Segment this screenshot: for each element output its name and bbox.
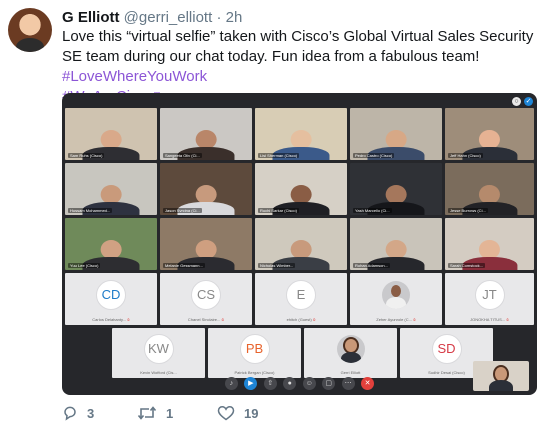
video-tile: Rohan Adamson... bbox=[350, 218, 442, 270]
hashtag-love-where-you-work[interactable]: #LoveWhereYouWork bbox=[62, 68, 207, 85]
tweet-actions: 3 1 19 bbox=[62, 405, 362, 425]
end-call-icon[interactable]: ✕ bbox=[361, 377, 375, 391]
reply-icon bbox=[64, 406, 76, 421]
participant-tile: CD Carlos Delahanty... ⦸ bbox=[65, 273, 157, 325]
author-name[interactable]: G Elliott bbox=[62, 9, 120, 26]
participants-icon[interactable]: ☺ bbox=[302, 377, 316, 391]
tweet-header: G Elliott @gerri_elliott · 2h bbox=[62, 8, 242, 27]
muted-mic-icon: ⦸ bbox=[127, 317, 130, 322]
video-tile: Sam Ruhs (Cisco) bbox=[65, 108, 157, 160]
video-tile: Jeff Hahn (Cisco) bbox=[445, 108, 534, 160]
participant-tile: PB Patrick Bergan (Cisco) bbox=[208, 328, 301, 378]
video-tile: Yash Marcello (Ci... bbox=[350, 163, 442, 215]
participant-initials: SD bbox=[431, 334, 462, 364]
participant-tile: Zeher Ayunrole (C... ⦸ bbox=[350, 273, 442, 325]
video-tile: Melanie Gessmann... bbox=[160, 218, 252, 270]
like-button[interactable]: 19 bbox=[217, 405, 258, 421]
video-tile: Nicholas Wimber... bbox=[255, 218, 347, 270]
muted-mic-icon: ⦸ bbox=[506, 317, 509, 322]
participant-name: Melanie Gessmann... bbox=[163, 263, 205, 268]
participant-tile: JT JONOKHA TITUS... ⦸ bbox=[445, 273, 534, 325]
participant-label: Zeher Ayunrole (C... ⦸ bbox=[376, 317, 416, 322]
mute-icon[interactable]: ♪ bbox=[224, 377, 238, 391]
settings-icon: ○ bbox=[512, 97, 521, 106]
heart-icon bbox=[217, 406, 235, 421]
participant-initials: JT bbox=[474, 279, 505, 310]
muted-mic-icon: ⦸ bbox=[221, 317, 225, 322]
check-icon: ✓ bbox=[524, 97, 533, 106]
tweet-time[interactable]: 2h bbox=[226, 9, 243, 26]
video-tile: Sarah Comstock... bbox=[445, 218, 534, 270]
video-tile: Pedro Castro (Cisco) bbox=[350, 108, 442, 160]
chat-icon[interactable]: ▢ bbox=[322, 377, 336, 391]
participant-initials: CD bbox=[96, 279, 126, 310]
participant-initials: PB bbox=[239, 334, 270, 364]
participant-tile: KW Kevin Wofford (Cis... bbox=[112, 328, 205, 378]
author-avatar[interactable] bbox=[8, 8, 52, 52]
video-tile: Hussam Mohammed... bbox=[65, 163, 157, 215]
participant-name: Yash Marcello (Ci... bbox=[353, 208, 392, 213]
participant-name: Pedro Castro (Cisco) bbox=[353, 153, 395, 158]
more-icon[interactable]: ⋯ bbox=[341, 377, 355, 391]
author-handle[interactable]: @gerri_elliott bbox=[124, 9, 213, 26]
video-tile: Ruchi Sarkar (Cisco) bbox=[255, 163, 347, 215]
tweet-body: Love this “virtual selfie” taken with Ci… bbox=[62, 28, 534, 65]
participant-name: Yuu Lee (Cisco) bbox=[68, 263, 101, 268]
participant-initials: CS bbox=[191, 279, 221, 310]
participant-label: JONOKHA TITUS... ⦸ bbox=[470, 317, 509, 322]
participant-name: Sangeeta Oliv (Ci... bbox=[163, 153, 202, 158]
retweet-count: 1 bbox=[166, 405, 174, 421]
participant-tile: E ehitch (Guest) ⦸ bbox=[255, 273, 347, 325]
participant-photo bbox=[382, 280, 410, 309]
participant-name: Sarah Comstock... bbox=[448, 263, 485, 268]
participant-label: Carlos Delahanty... ⦸ bbox=[92, 317, 130, 322]
video-icon[interactable]: ▶ bbox=[244, 377, 258, 391]
video-tile: Lisi Sherman (Cisco) bbox=[255, 108, 347, 160]
participant-name: Sam Ruhs (Cisco) bbox=[68, 153, 105, 158]
participant-tile: CS Chanel Sinclaire... ⦸ bbox=[160, 273, 252, 325]
muted-mic-icon: ⦸ bbox=[312, 317, 316, 322]
participant-label: ehitch (Guest) ⦸ bbox=[286, 317, 316, 322]
participant-name: Lisi Sherman (Cisco) bbox=[258, 153, 300, 158]
participant-initials: E bbox=[286, 279, 316, 310]
participant-label: Chanel Sinclaire... ⦸ bbox=[187, 317, 225, 322]
muted-mic-icon: ⦸ bbox=[413, 317, 416, 322]
reply-count: 3 bbox=[87, 405, 95, 421]
participant-name: Hussam Mohammed... bbox=[68, 208, 113, 213]
participant-name: Jesse Burrows (Ci... bbox=[448, 208, 488, 213]
participant-name: Rohan Adamson... bbox=[353, 263, 390, 268]
video-tile: Yuu Lee (Cisco) bbox=[65, 218, 157, 270]
self-view-video bbox=[473, 361, 529, 391]
separator-dot: · bbox=[216, 9, 222, 26]
retweet-icon bbox=[137, 406, 157, 420]
participant-name: Jeff Hahn (Cisco) bbox=[448, 153, 483, 158]
meeting-screenshot[interactable]: ○ ✓ Sam Ruhs (Cisco) Sangeeta Oliv (Ci..… bbox=[62, 93, 537, 395]
like-count: 19 bbox=[244, 405, 259, 421]
record-icon[interactable]: ● bbox=[283, 377, 297, 391]
participant-initials: KW bbox=[143, 334, 174, 364]
share-icon[interactable]: ⇧ bbox=[263, 377, 277, 391]
meeting-controls: ♪ ▶ ⇧ ● ☺ ▢ ⋯ ✕ bbox=[62, 375, 537, 391]
video-tile: Sangeeta Oliv (Ci... bbox=[160, 108, 252, 160]
retweet-button[interactable]: 1 bbox=[137, 405, 173, 421]
video-tile: Jesse Burrows (Ci... bbox=[445, 163, 534, 215]
video-tile: Jason Svrcina (Ci... bbox=[160, 163, 252, 215]
participant-name: Ruchi Sarkar (Cisco) bbox=[258, 208, 299, 213]
participant-photo bbox=[336, 335, 365, 363]
participant-name: Jason Svrcina (Ci... bbox=[163, 208, 202, 213]
participant-tile: Gerri Elliott bbox=[304, 328, 397, 378]
participant-name: Nicholas Wimber... bbox=[258, 263, 296, 268]
reply-button[interactable]: 3 bbox=[62, 405, 94, 421]
